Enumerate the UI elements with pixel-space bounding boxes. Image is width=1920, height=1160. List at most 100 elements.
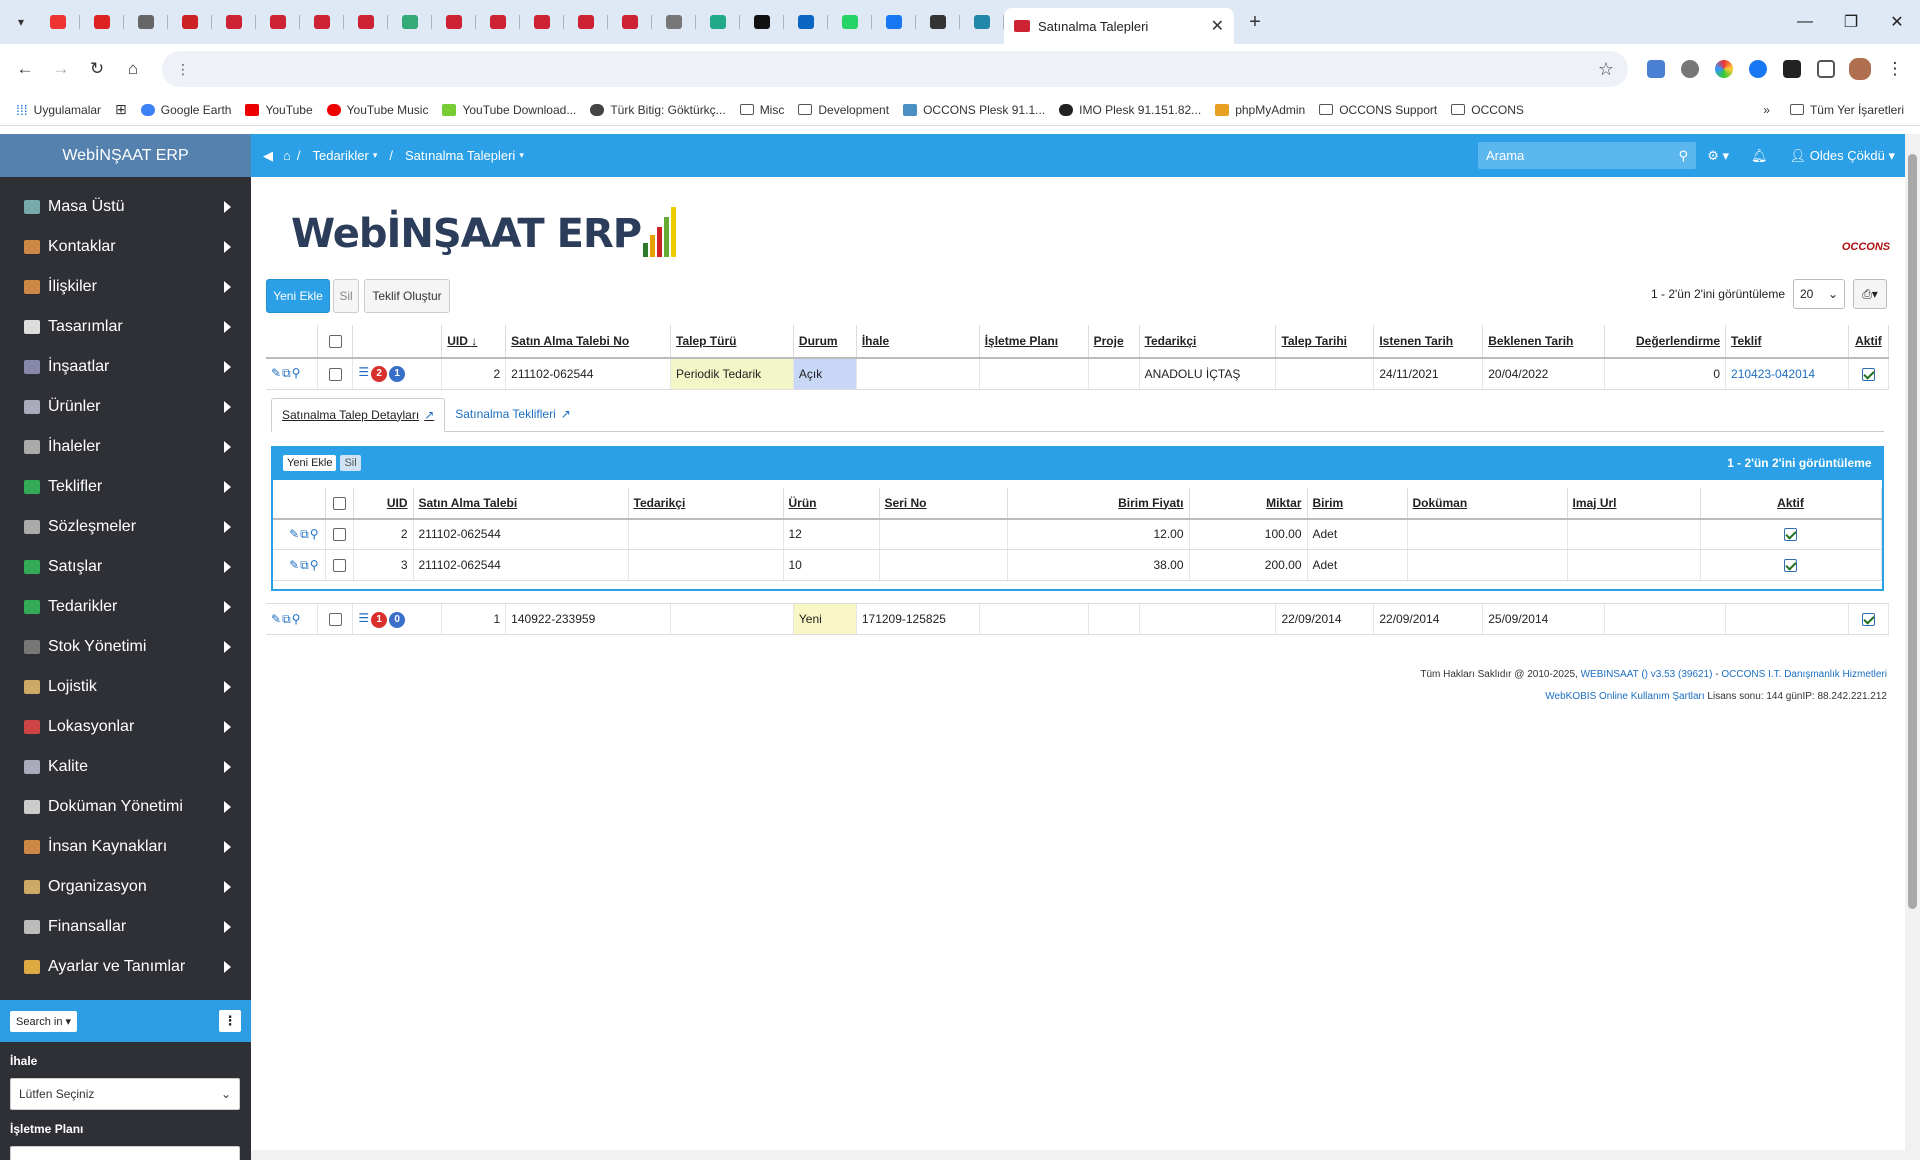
breadcrumb-tedarikler[interactable]: Tedarikler ▾	[312, 148, 377, 163]
sidebar-item-19[interactable]: Ayarlar ve Tanımlar	[0, 947, 251, 987]
col-degerlendirme[interactable]: Değerlendirme	[1604, 325, 1727, 359]
pinned-tab[interactable]	[520, 7, 564, 37]
cell-aktif-checkbox[interactable]	[1848, 603, 1890, 635]
table-row[interactable]: ✎⧉⚲ 3 211102-062544 10 38.00 200.00 Adet	[273, 549, 1882, 581]
detail-select-all-checkbox[interactable]	[325, 487, 354, 520]
sidebar-item-8[interactable]: Sözleşmeler	[0, 507, 251, 547]
detail-delete-button[interactable]: Sil	[340, 454, 361, 471]
footer-version-link[interactable]: WEBINSAAT () v3.53 (39621)	[1581, 669, 1713, 680]
w-extension-icon[interactable]	[1778, 55, 1806, 83]
bookmark-phpmyadmin[interactable]: phpMyAdmin	[1215, 103, 1305, 117]
pinned-tab[interactable]	[256, 7, 300, 37]
pinned-tab[interactable]	[652, 7, 696, 37]
external-link-icon[interactable]: ↗	[424, 408, 434, 422]
copy-icon[interactable]: ⧉	[282, 366, 292, 380]
list-icon[interactable]: ☰	[358, 611, 369, 625]
recycle-extension-icon[interactable]	[1676, 55, 1704, 83]
pinned-tab[interactable]	[608, 7, 652, 37]
sidebar-item-17[interactable]: Organizasyon	[0, 867, 251, 907]
footer-company-link[interactable]: OCCONS I.T. Danışmanlık Hizmetleri	[1721, 669, 1887, 680]
bookmark-imo-plesk[interactable]: IMO Plesk 91.151.82...	[1059, 103, 1201, 117]
sidebar-item-10[interactable]: Tedarikler	[0, 587, 251, 627]
detail-add-button[interactable]: Yeni Ekle	[283, 454, 337, 471]
window-close-icon[interactable]: ✕	[1874, 2, 1920, 42]
col-tur[interactable]: Talep Türü	[670, 325, 794, 359]
col-fiyat[interactable]: Birim Fiyatı	[1007, 487, 1190, 520]
pinned-tab[interactable]	[124, 7, 168, 37]
tab-search-chevron-icon[interactable]: ▾	[6, 7, 36, 37]
collapse-sidebar-icon[interactable]: ◀	[263, 148, 273, 164]
sidebar-item-0[interactable]: Masa Üstü	[0, 187, 251, 227]
sidebar-item-12[interactable]: Lojistik	[0, 667, 251, 707]
tab-satinalma-teklifleri[interactable]: Satınalma Teklifleri ↗	[445, 398, 581, 431]
back-arrow-icon[interactable]: ←	[10, 54, 40, 84]
pinned-tab[interactable]	[388, 7, 432, 37]
site-info-icon[interactable]: ⋮	[176, 61, 190, 78]
bookmark-occons-support[interactable]: OCCONS Support	[1319, 103, 1437, 117]
count-badge-red[interactable]: 2	[371, 366, 388, 383]
bookmark-turk-bitig[interactable]: Türk Bitig: Göktürkç...	[590, 103, 726, 117]
col-aktif[interactable]: Aktif	[1700, 487, 1882, 520]
pinned-tab[interactable]	[564, 7, 608, 37]
scrollbar-thumb[interactable]	[1908, 154, 1917, 909]
color-picker-extension-icon[interactable]	[1710, 55, 1738, 83]
puzzle-extensions-icon[interactable]	[1812, 55, 1840, 83]
pinned-tab[interactable]	[80, 7, 124, 37]
sidebar-item-14[interactable]: Kalite	[0, 747, 251, 787]
pinned-tab[interactable]	[476, 7, 520, 37]
sidebar-item-18[interactable]: Finansallar	[0, 907, 251, 947]
add-button[interactable]: Yeni Ekle	[266, 279, 330, 313]
sidebar-item-7[interactable]: Teklifler	[0, 467, 251, 507]
pinned-tab[interactable]	[740, 7, 784, 37]
bookmark-youtube-download[interactable]: YouTube Download...	[442, 103, 576, 117]
cell-teklif-link[interactable]: 210423-042014	[1725, 358, 1849, 390]
home-icon[interactable]: ⌂	[283, 148, 291, 163]
cell-teklif-link[interactable]	[1725, 603, 1849, 635]
horizontal-scrollbar[interactable]	[251, 1150, 1905, 1160]
more-bookmarks-chevron-icon[interactable]: »	[1763, 103, 1770, 117]
pinned-tab[interactable]	[960, 7, 1004, 37]
tab-groups-icon[interactable]: ⊞	[115, 101, 127, 118]
copy-icon[interactable]: ⧉	[300, 558, 310, 572]
active-tab[interactable]: Satınalma Talepleri ✕	[1004, 8, 1234, 44]
col-plan[interactable]: İşletme Planı	[979, 325, 1089, 359]
vertical-scrollbar[interactable]	[1905, 134, 1920, 1160]
tab-talep-detaylari[interactable]: Satınalma Talep Detayları ↗	[271, 397, 446, 432]
home-icon[interactable]: ⌂	[118, 54, 148, 84]
bookmark-youtube[interactable]: YouTube	[245, 103, 313, 117]
profile-avatar[interactable]	[1846, 55, 1874, 83]
bookmark-occons-plesk[interactable]: OCCONS Plesk 91.1...	[903, 103, 1045, 117]
minimize-icon[interactable]: —	[1782, 2, 1828, 42]
col-seri[interactable]: Seri No	[879, 487, 1008, 520]
bell-icon[interactable]: 🔔︎	[1751, 148, 1768, 164]
edit-pencil-icon[interactable]: ✎	[289, 558, 300, 572]
user-menu[interactable]: 👤︎ Oldes Çökdü ▾	[1790, 148, 1895, 164]
close-tab-icon[interactable]: ✕	[1211, 16, 1224, 36]
col-proje[interactable]: Proje	[1088, 325, 1140, 359]
col-uid[interactable]: UID	[353, 487, 414, 520]
col-aktif[interactable]: Aktif	[1848, 325, 1890, 359]
gear-icon[interactable]: ⚙ ▾	[1707, 148, 1729, 164]
view-magnifier-icon[interactable]: ⚲	[292, 612, 302, 626]
pinned-tab[interactable]	[916, 7, 960, 37]
select-all-checkbox[interactable]	[317, 325, 354, 359]
sidebar-item-16[interactable]: İnsan Kaynakları	[0, 827, 251, 867]
delete-button[interactable]: Sil	[333, 279, 359, 313]
count-badge-red[interactable]: 1	[371, 611, 388, 628]
row-checkbox[interactable]	[325, 549, 354, 581]
cell-aktif-checkbox[interactable]	[1848, 358, 1890, 390]
sidebar-item-11[interactable]: Stok Yönetimi	[0, 627, 251, 667]
breadcrumb-satinalma[interactable]: Satınalma Talepleri ▾	[405, 148, 524, 163]
edit-pencil-icon[interactable]: ✎	[271, 366, 282, 380]
copy-icon[interactable]: ⧉	[282, 612, 292, 626]
chrome-menu-icon[interactable]: ⋮	[1880, 54, 1910, 84]
sidebar-options-icon[interactable]: ⋮	[219, 1010, 241, 1032]
col-miktar[interactable]: Miktar	[1189, 487, 1308, 520]
table-row[interactable]: ✎⧉⚲ ☰ 1 0 1 140922-233959 Yeni 171209-1258…	[266, 603, 1890, 635]
page-size-select[interactable]: 20 ⌄	[1793, 279, 1845, 309]
top-search-input[interactable]: Arama ⚲	[1478, 142, 1696, 169]
search-in-dropdown[interactable]: Search in ▾	[10, 1010, 78, 1032]
pinned-tab[interactable]	[344, 7, 388, 37]
bookmark-star-icon[interactable]: ☆	[1598, 59, 1614, 80]
omnibox[interactable]: ⋮ ☆	[162, 51, 1628, 87]
